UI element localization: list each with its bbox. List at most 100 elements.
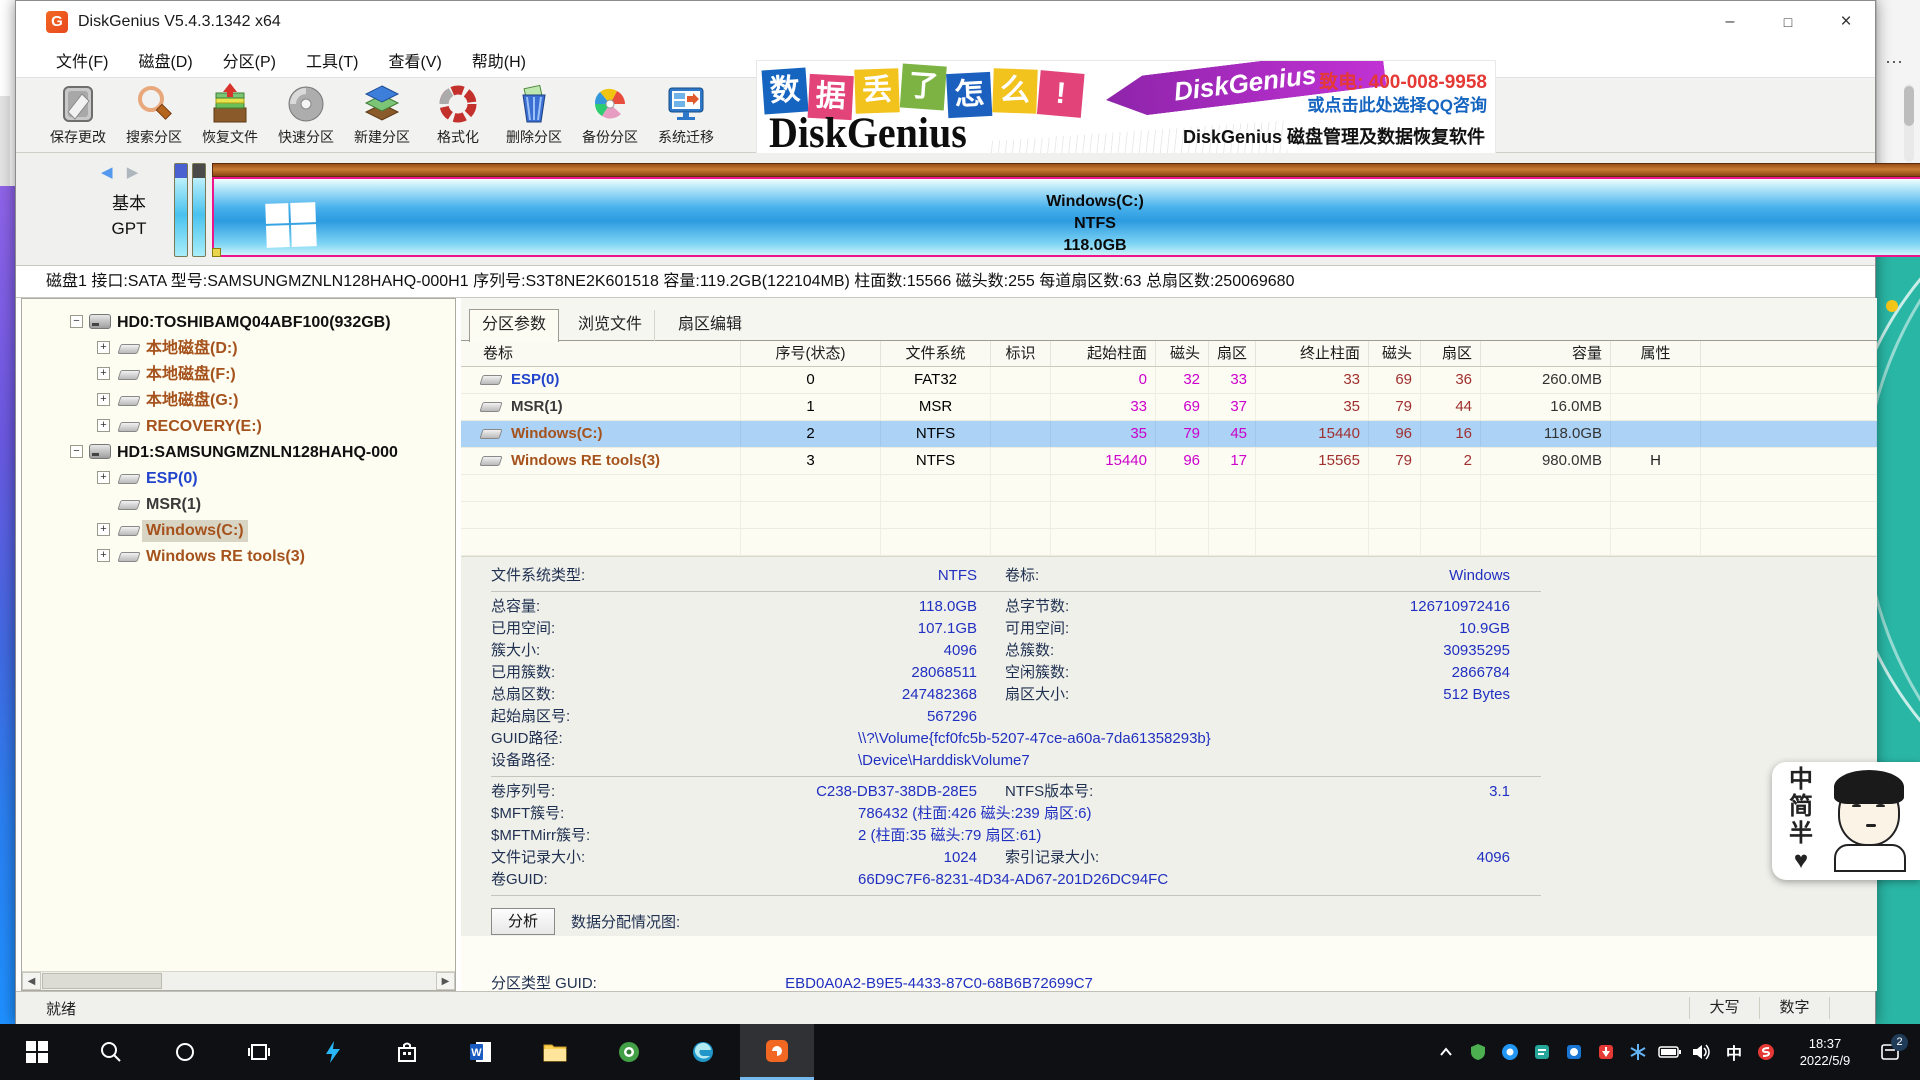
edge-button[interactable] bbox=[666, 1024, 740, 1080]
search-partition-button[interactable]: 搜索分区 bbox=[116, 80, 192, 151]
divider bbox=[491, 591, 1541, 592]
scrollbar-thumb[interactable] bbox=[42, 973, 162, 989]
volume-icon[interactable] bbox=[1686, 1024, 1718, 1080]
save-changes-icon bbox=[56, 82, 100, 126]
ime-char[interactable]: 中 bbox=[1786, 766, 1816, 793]
partition-block-msr[interactable] bbox=[192, 163, 206, 257]
nav-back-icon[interactable]: ◀ bbox=[101, 164, 113, 181]
scroll-left-icon[interactable]: ◀ bbox=[22, 972, 41, 990]
tray-messenger-icon[interactable] bbox=[1558, 1024, 1590, 1080]
close-button[interactable] bbox=[1817, 1, 1875, 43]
table-row-msr[interactable]: MSR(1) 1 MSR 33 69 37 35 79 44 16.0MB bbox=[461, 394, 1877, 421]
backup-partition-icon bbox=[588, 82, 632, 126]
task-view-button[interactable] bbox=[222, 1024, 296, 1080]
ime-char[interactable]: 简 bbox=[1786, 793, 1816, 820]
bolt-app-icon bbox=[322, 1041, 344, 1063]
edge-icon bbox=[692, 1041, 714, 1063]
table-header: 卷标 序号(状态) 文件系统 标识 起始柱面 磁头 扇区 终止柱面 磁头 扇区 … bbox=[461, 341, 1877, 367]
action-center-button[interactable]: 2 bbox=[1868, 1024, 1912, 1080]
tree-horizontal-scrollbar[interactable]: ◀ ▶ bbox=[22, 971, 455, 990]
tray-shield-icon[interactable] bbox=[1462, 1024, 1494, 1080]
tray-downloader-icon[interactable] bbox=[1590, 1024, 1622, 1080]
quick-partition-button[interactable]: 快速分区 bbox=[268, 80, 344, 151]
microsoft-store-button[interactable] bbox=[370, 1024, 444, 1080]
search-icon bbox=[100, 1041, 122, 1063]
table-row-empty bbox=[461, 502, 1877, 529]
banner-ad[interactable]: 数 据 丢 了 怎 么 ! DiskGenius DiskGenius 致电: … bbox=[756, 60, 1496, 155]
partition-icon bbox=[117, 396, 140, 406]
taskbar: W bbox=[0, 1024, 1920, 1080]
tab-partition-params[interactable]: 分区参数 bbox=[469, 309, 559, 342]
titlebar: DiskGenius V5.4.3.1342 x64 bbox=[16, 1, 1875, 43]
store-icon bbox=[396, 1041, 418, 1063]
app-bolt-button[interactable] bbox=[296, 1024, 370, 1080]
partition-icon bbox=[117, 500, 140, 510]
battery-icon[interactable] bbox=[1654, 1024, 1686, 1080]
ime-status-widget[interactable]: 中 简 半 ♥ bbox=[1772, 762, 1920, 880]
task-view-icon bbox=[248, 1041, 270, 1063]
banner-qq-link[interactable]: 或点击此处选择QQ咨询 bbox=[1308, 91, 1487, 116]
menu-tools[interactable]: 工具(T) bbox=[294, 43, 370, 77]
table-row-esp[interactable]: ESP(0) 0 FAT32 0 32 33 33 69 36 260.0MB bbox=[461, 367, 1877, 394]
hidden-icons-chevron[interactable] bbox=[1430, 1024, 1462, 1080]
tab-browse-files[interactable]: 浏览文件 bbox=[566, 310, 655, 341]
analyze-button[interactable]: 分析 bbox=[491, 908, 555, 935]
status-numlock: 数字 bbox=[1759, 997, 1829, 1019]
tray-circle-icon[interactable] bbox=[1494, 1024, 1526, 1080]
minimize-button[interactable] bbox=[1701, 1, 1759, 43]
word-button[interactable]: W bbox=[444, 1024, 518, 1080]
taskbar-search-button[interactable] bbox=[74, 1024, 148, 1080]
diskgenius-icon bbox=[765, 1039, 789, 1063]
menu-file[interactable]: 文件(F) bbox=[44, 43, 120, 77]
cortana-button[interactable] bbox=[148, 1024, 222, 1080]
cortana-icon bbox=[174, 1041, 196, 1063]
partition-block-windows-c[interactable]: Windows(C:) NTFS 118.0GB bbox=[212, 163, 1920, 257]
diskgenius-taskbar-button[interactable] bbox=[740, 1024, 814, 1080]
ime-char[interactable]: 半 bbox=[1786, 820, 1816, 847]
tray-notes-icon[interactable] bbox=[1526, 1024, 1558, 1080]
menu-help[interactable]: 帮助(H) bbox=[460, 43, 538, 77]
data-allocation-label: 数据分配情况图: bbox=[571, 911, 680, 932]
system-migration-button[interactable]: 系统迁移 bbox=[648, 80, 724, 151]
partition-icon bbox=[117, 526, 140, 536]
backup-partition-button[interactable]: 备份分区 bbox=[572, 80, 648, 151]
menu-view[interactable]: 查看(V) bbox=[376, 43, 453, 77]
partition-name: Windows(C:) bbox=[214, 191, 1920, 213]
partition-icon bbox=[117, 344, 140, 354]
tab-sector-edit[interactable]: 扇区编辑 bbox=[666, 310, 754, 341]
partition-icon bbox=[117, 552, 140, 562]
sogou-icon[interactable] bbox=[1750, 1024, 1782, 1080]
desktop-wallpaper-dot bbox=[1886, 300, 1898, 312]
table-row-windows-c[interactable]: Windows(C:) 2 NTFS 35 79 45 15440 96 16 … bbox=[461, 421, 1877, 448]
file-explorer-button[interactable] bbox=[518, 1024, 592, 1080]
browser-360-button[interactable] bbox=[592, 1024, 666, 1080]
recover-files-button[interactable]: 恢复文件 bbox=[192, 80, 268, 151]
menu-partition[interactable]: 分区(P) bbox=[211, 43, 288, 77]
ime-language-indicator[interactable]: 中 bbox=[1718, 1024, 1750, 1080]
delete-partition-button[interactable]: 删除分区 bbox=[496, 80, 572, 151]
table-row-windows-re[interactable]: Windows RE tools(3) 3 NTFS 15440 96 17 1… bbox=[461, 448, 1877, 475]
partition-block-esp[interactable] bbox=[174, 163, 188, 257]
windows-start-icon bbox=[26, 1041, 48, 1063]
taskbar-clock[interactable]: 18:37 2022/5/9 bbox=[1782, 1035, 1868, 1069]
nav-forward-icon[interactable]: ▶ bbox=[127, 164, 139, 181]
format-button[interactable]: 格式化 bbox=[420, 80, 496, 151]
divider bbox=[491, 895, 1541, 896]
more-options-icon[interactable]: ⋯ bbox=[1885, 52, 1904, 73]
status-bar: 就绪 大写 数字 bbox=[16, 991, 1875, 1024]
partition-map: Windows(C:) NTFS 118.0GB bbox=[171, 159, 1846, 259]
menu-disk[interactable]: 磁盘(D) bbox=[126, 43, 204, 77]
background-window-strip bbox=[0, 186, 16, 1024]
new-partition-icon bbox=[360, 82, 404, 126]
ime-heart-icon[interactable]: ♥ bbox=[1786, 847, 1816, 874]
scroll-right-icon[interactable]: ▶ bbox=[436, 972, 455, 990]
tray-snowflake-icon[interactable] bbox=[1622, 1024, 1654, 1080]
save-changes-button[interactable]: 保存更改 bbox=[40, 80, 116, 151]
disk-tree-panel: − HD0:TOSHIBAMQ04ABF100(932GB) + 本地磁盘(D:… bbox=[21, 298, 456, 991]
start-button[interactable] bbox=[0, 1024, 74, 1080]
new-partition-button[interactable]: 新建分区 bbox=[344, 80, 420, 151]
svg-text:W: W bbox=[471, 1047, 482, 1059]
maximize-button[interactable] bbox=[1759, 1, 1817, 43]
partition-icon bbox=[479, 429, 502, 439]
scrollbar-thumb[interactable] bbox=[1904, 86, 1914, 126]
